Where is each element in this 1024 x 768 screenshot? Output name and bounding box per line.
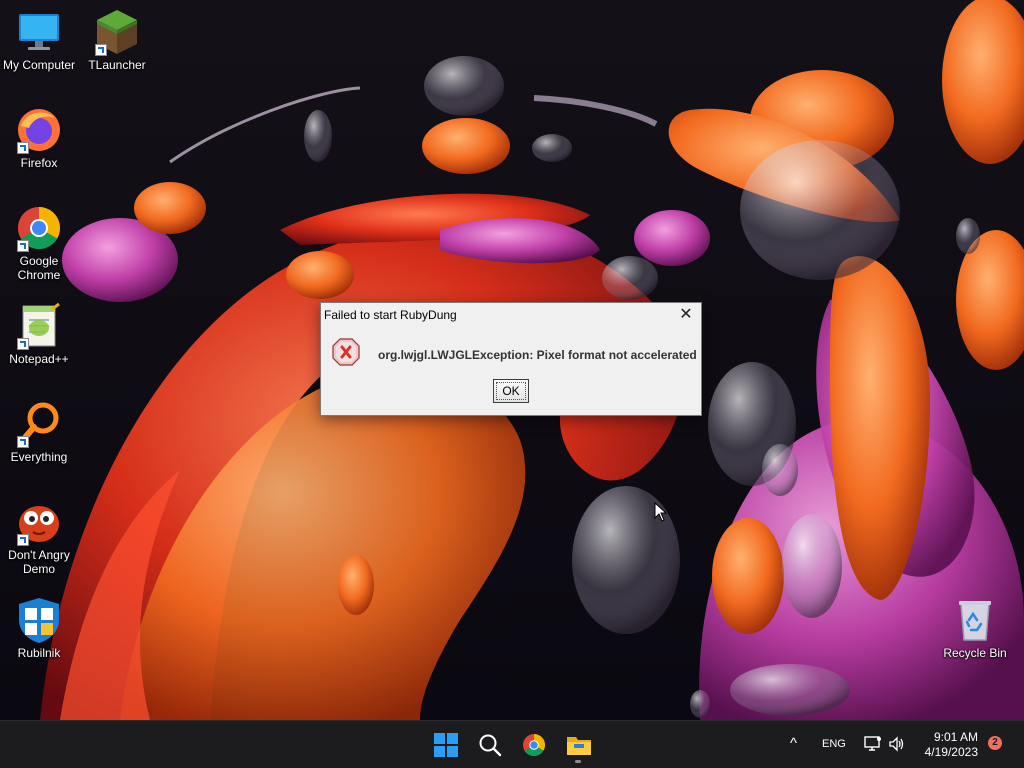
language-indicator[interactable]: ENG: [822, 738, 846, 750]
desktop-icon-google-chrome[interactable]: Google Chrome: [1, 204, 77, 282]
dialog-title: Failed to start RubyDung: [324, 308, 457, 322]
desktop-icon-tlauncher[interactable]: TLauncher: [79, 8, 155, 72]
shortcut-arrow-icon: [17, 240, 29, 252]
chrome-taskbar-button[interactable]: [516, 727, 552, 763]
notepadpp-icon: [15, 302, 63, 350]
windows-logo-icon: [434, 733, 458, 757]
shortcut-arrow-icon: [95, 44, 107, 56]
desktop-icon-label: Don't Angry Demo: [8, 548, 70, 576]
desktop-icon-dont-angry-demo[interactable]: Don't Angry Demo: [1, 498, 77, 576]
desktop-icon-label: My Computer: [2, 58, 76, 72]
start-button[interactable]: [428, 727, 464, 763]
desktop-icon-everything[interactable]: Everything: [1, 400, 77, 464]
recycle-bin-icon: [951, 596, 999, 644]
ok-button[interactable]: OK: [493, 379, 529, 403]
desktop-icon-rubilnik[interactable]: Rubilnik: [1, 596, 77, 660]
shortcut-arrow-icon: [17, 338, 29, 350]
firefox-icon: [15, 106, 63, 154]
chrome-icon: [523, 734, 545, 756]
shortcut-arrow-icon: [17, 142, 29, 154]
desktop-icon-recycle-bin[interactable]: Recycle Bin: [937, 596, 1013, 660]
error-icon: [332, 338, 360, 366]
red-face-icon: [15, 498, 63, 546]
desktop-icon-label: TLauncher: [88, 58, 146, 72]
notification-badge[interactable]: 2: [988, 736, 1002, 750]
desktop-icon-notepadpp[interactable]: Notepad++: [1, 302, 77, 366]
desktop-icon-my-computer[interactable]: My Computer: [1, 8, 77, 72]
grass-block-icon: [93, 8, 141, 56]
desktop-icon-label: Firefox: [20, 156, 58, 170]
active-app-indicator: [575, 760, 581, 763]
mouse-cursor-icon: [654, 502, 668, 522]
file-explorer-button[interactable]: [560, 727, 596, 763]
taskbar-clock[interactable]: 9:01 AM 4/19/2023: [918, 730, 978, 760]
desktop-icon-label: Everything: [10, 450, 68, 464]
taskbar: ^ ENG: [0, 720, 1024, 768]
volume-icon[interactable]: [888, 735, 906, 753]
desktop-icon-firefox[interactable]: Firefox: [1, 106, 77, 170]
network-icon[interactable]: [864, 735, 882, 753]
close-icon[interactable]: ✕: [677, 306, 695, 324]
shield-icon: [15, 596, 63, 644]
folder-icon: [567, 737, 591, 755]
desktop-icon-label: Recycle Bin: [943, 646, 1007, 660]
monitor-icon: [15, 8, 63, 56]
desktop-icon-label: Notepad++: [9, 352, 69, 366]
shortcut-arrow-icon: [17, 534, 29, 546]
error-dialog: Failed to start RubyDung ✕ org.lwjgl.LWJ…: [320, 302, 702, 416]
magnifier-orange-icon: [15, 400, 63, 448]
search-button[interactable]: [472, 727, 508, 763]
tray-overflow-chevron-icon[interactable]: ^: [790, 735, 797, 752]
clock-date: 4/19/2023: [924, 745, 978, 759]
clock-time: 9:01 AM: [933, 730, 978, 744]
search-icon: [479, 734, 502, 757]
desktop-icon-label: Google Chrome: [17, 254, 61, 282]
desktop-icon-label: Rubilnik: [17, 646, 61, 660]
dialog-message: org.lwjgl.LWJGLException: Pixel format n…: [378, 348, 697, 362]
chrome-icon: [15, 204, 63, 252]
shortcut-arrow-icon: [17, 436, 29, 448]
